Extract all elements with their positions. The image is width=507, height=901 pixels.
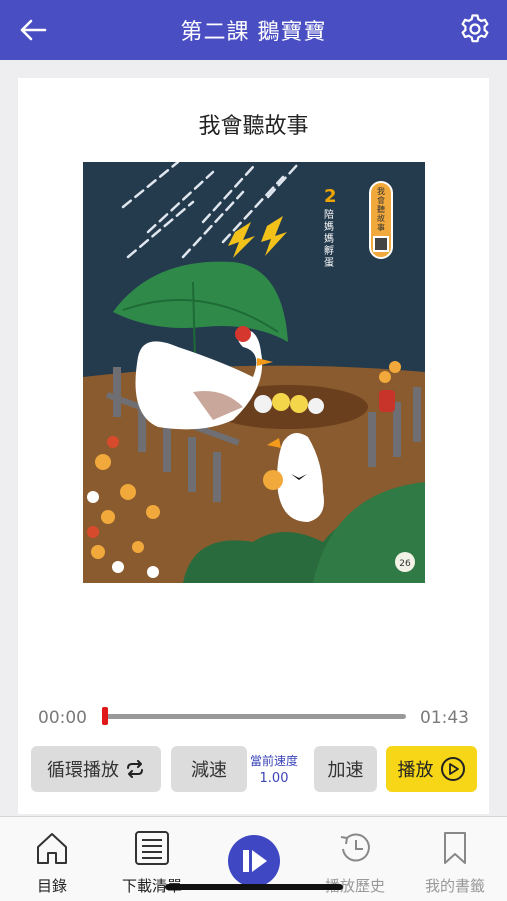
play-button[interactable]: 播放 xyxy=(386,746,477,792)
tab-toc-label: 目錄 xyxy=(36,877,67,895)
now-playing-button[interactable] xyxy=(228,835,280,887)
total-time: 01:43 xyxy=(420,708,469,728)
page-number: 26 xyxy=(399,559,411,569)
slow-down-label: 減速 xyxy=(191,760,227,781)
play-pause-icon xyxy=(243,850,267,872)
progress-track[interactable] xyxy=(106,714,406,719)
tab-toc[interactable]: 目錄 xyxy=(7,817,97,901)
svg-text:事: 事 xyxy=(377,222,385,232)
book-number: 2 xyxy=(324,186,337,207)
tab-bookmarks[interactable]: 我的書籤 xyxy=(410,817,500,901)
repeat-icon xyxy=(127,760,143,778)
book-title-vertical: 陪媽媽孵蛋 xyxy=(324,208,334,269)
history-clock-icon xyxy=(340,833,370,862)
list-icon xyxy=(135,831,169,865)
tab-bookmarks-label: 我的書籤 xyxy=(424,877,485,895)
lesson-title: 第二課 鵝寶寶 xyxy=(180,20,327,45)
slow-down-button[interactable]: 減速 xyxy=(171,746,247,792)
story-title: 我會聽故事 xyxy=(198,114,309,139)
svg-text:媽: 媽 xyxy=(324,220,334,233)
current-time: 00:00 xyxy=(38,708,87,728)
play-circle-icon xyxy=(440,757,465,781)
speed-value: 1.00 xyxy=(259,771,289,786)
svg-text:我: 我 xyxy=(377,186,385,196)
svg-text:孵: 孵 xyxy=(324,244,334,257)
loop-play-button[interactable]: 循環播放 xyxy=(31,746,161,792)
svg-text:媽: 媽 xyxy=(324,232,334,245)
speed-indicator: 當前速度 1.00 xyxy=(246,752,302,788)
svg-text:會: 會 xyxy=(377,195,385,205)
speed-label: 當前速度 xyxy=(249,754,298,768)
home-icon xyxy=(37,833,67,864)
audio-progress: 00:00 01:43 xyxy=(18,700,489,734)
loop-play-label: 循環播放 xyxy=(47,760,119,781)
speed-up-label: 加速 xyxy=(327,760,364,781)
svg-text:聽: 聽 xyxy=(377,204,385,214)
progress-knob[interactable] xyxy=(102,707,108,725)
story-illustration: 2 陪媽媽孵蛋 我會聽故事 26 xyxy=(83,162,425,583)
top-app-bar: 第二課 鵝寶寶 xyxy=(0,0,507,60)
speed-up-button[interactable]: 加速 xyxy=(314,746,377,792)
svg-text:陪: 陪 xyxy=(324,208,334,221)
home-indicator xyxy=(165,884,343,890)
settings-gear-icon[interactable] xyxy=(459,13,491,45)
svg-text:故: 故 xyxy=(377,213,385,223)
bookmark-icon xyxy=(444,832,466,864)
svg-text:蛋: 蛋 xyxy=(324,257,334,269)
play-label: 播放 xyxy=(397,760,434,781)
